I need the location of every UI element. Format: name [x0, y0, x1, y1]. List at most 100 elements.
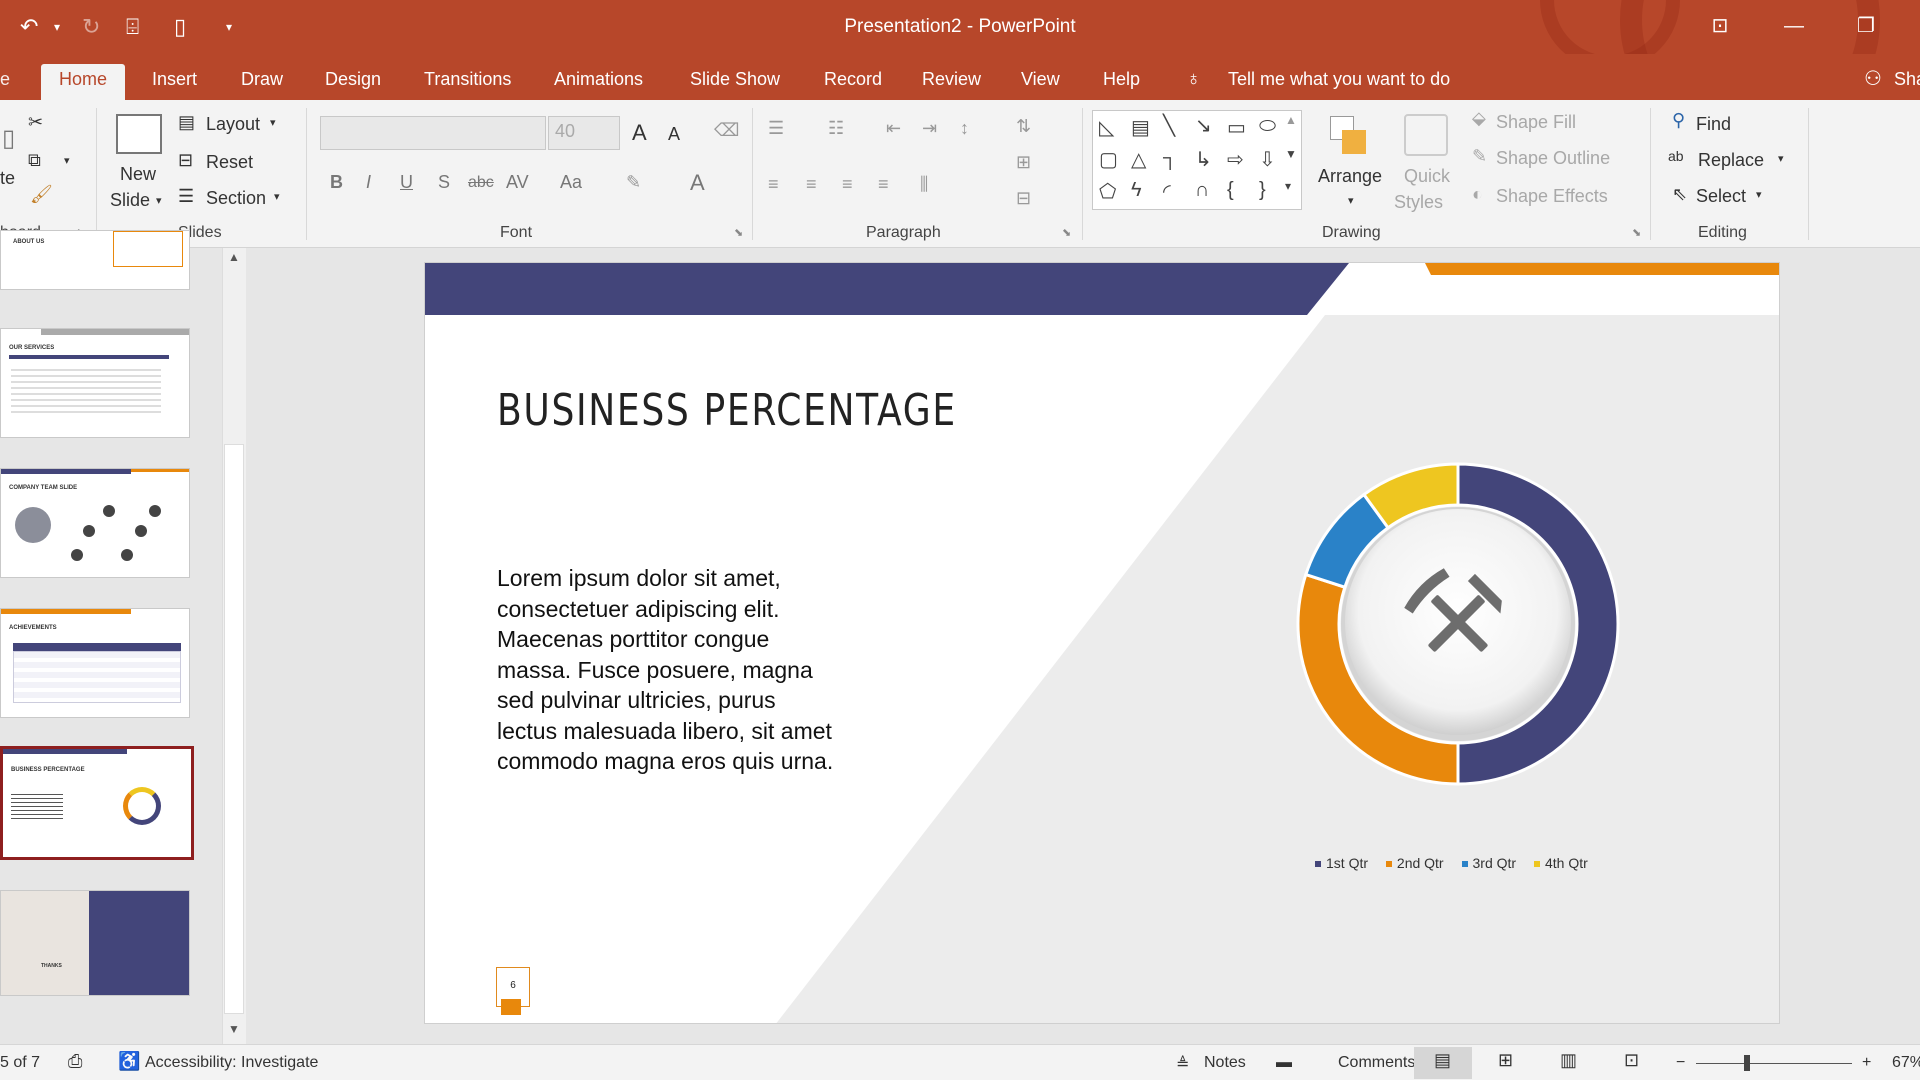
right-triangle-shape-icon[interactable]: ◺ [1099, 115, 1114, 140]
font-launcher-icon[interactable]: ⬊ [734, 226, 743, 239]
shape-effects-button[interactable]: Shape Effects [1496, 186, 1608, 207]
restore-icon[interactable]: ❐ [1846, 10, 1886, 42]
section-button[interactable]: Section [206, 188, 266, 209]
tab-help[interactable]: Help [1103, 64, 1140, 100]
new-slide-dropdown-icon[interactable]: ▾ [156, 194, 162, 207]
find-button[interactable]: Find [1696, 114, 1731, 135]
new-slide-label-2[interactable]: Slide [110, 190, 150, 211]
slide-thumbnail[interactable]: ABOUT US [0, 230, 190, 290]
strikethrough-button[interactable]: abc [468, 174, 494, 192]
quick-styles-icon[interactable] [1404, 114, 1448, 156]
normal-view-icon[interactable]: ▤ [1434, 1050, 1451, 1071]
slide-thumbnail[interactable]: COMPANY TEAM SLIDE [0, 468, 190, 578]
tab-draw[interactable]: Draw [241, 64, 283, 100]
oval-shape-icon[interactable]: ⬭ [1259, 115, 1276, 138]
replace-button[interactable]: Replace [1698, 150, 1764, 171]
slide-title[interactable]: BUSINESS PERCENTAGE [497, 385, 957, 436]
slide-canvas[interactable]: BUSINESS PERCENTAGE Lorem ipsum dolor si… [424, 262, 1780, 1024]
character-spacing-button[interactable]: AV [506, 172, 529, 193]
accessibility-icon[interactable]: ♿ [118, 1051, 140, 1072]
underline-button[interactable]: U [400, 172, 413, 193]
increase-indent-icon[interactable]: ⇥ [922, 118, 937, 139]
tab-animations[interactable]: Animations [554, 64, 643, 100]
replace-icon[interactable]: ab [1668, 148, 1684, 164]
shadow-button[interactable]: S [438, 172, 450, 193]
bullets-icon[interactable]: ☰ [768, 118, 784, 139]
thumbnail-scrollbar[interactable]: ▲ ▼ [222, 248, 246, 1044]
shape-fill-icon[interactable]: ⬙ [1472, 108, 1486, 129]
zoom-slider-thumb[interactable] [1744, 1055, 1750, 1071]
reading-view-icon[interactable]: ▥ [1560, 1050, 1577, 1071]
shape-outline-button[interactable]: Shape Outline [1496, 148, 1610, 169]
arc-shape-icon[interactable]: ◜ [1163, 179, 1171, 204]
gallery-down-icon[interactable]: ▼ [1285, 147, 1297, 161]
layout-button[interactable]: Layout [206, 114, 260, 135]
tab-insert[interactable]: Insert [152, 64, 197, 100]
spelling-icon[interactable]: ⎙ [68, 1051, 82, 1072]
slide-thumbnail-selected[interactable]: BUSINESS PERCENTAGE [0, 746, 194, 860]
quick-styles-label-1[interactable]: Quick [1404, 166, 1450, 187]
shrink-font-button[interactable]: A [668, 124, 680, 145]
tab-record[interactable]: Record [824, 64, 882, 100]
scribble-shape-icon[interactable]: ϟ [1131, 179, 1142, 202]
tab-review[interactable]: Review [922, 64, 981, 100]
copy-icon[interactable]: ⧉ [28, 150, 41, 171]
comments-button[interactable]: Comments [1338, 1054, 1415, 1072]
paste-label[interactable]: te [0, 168, 15, 189]
triangle-shape-icon[interactable]: △ [1131, 147, 1146, 172]
shape-fill-button[interactable]: Shape Fill [1496, 112, 1576, 133]
section-dropdown-icon[interactable]: ▾ [274, 190, 280, 203]
slide-thumbnail[interactable]: THANKS [0, 890, 190, 996]
zoom-in-icon[interactable]: + [1862, 1054, 1871, 1072]
bold-button[interactable]: B [330, 172, 343, 193]
zoom-level[interactable]: 67% [1892, 1054, 1920, 1072]
align-right-icon[interactable]: ≡ [842, 174, 853, 195]
italic-button[interactable]: I [366, 172, 371, 193]
paste-icon[interactable]: ▯ [2, 124, 15, 153]
zoom-slider-track[interactable] [1696, 1063, 1852, 1064]
scroll-down-icon[interactable]: ▼ [228, 1022, 240, 1036]
freeform-shape-icon[interactable]: ⬠ [1099, 179, 1116, 204]
quick-styles-label-2[interactable]: Styles [1394, 192, 1443, 213]
justify-icon[interactable]: ≡ [878, 174, 889, 195]
layout-icon[interactable]: ▤ [178, 112, 195, 133]
scroll-thumb[interactable] [224, 444, 244, 1014]
tab-view[interactable]: View [1021, 64, 1060, 100]
share-button[interactable]: Sha [1894, 64, 1920, 100]
elbow-arrow-shape-icon[interactable]: ↳ [1195, 147, 1212, 172]
smartart-icon[interactable]: ⊟ [1016, 188, 1031, 209]
slide-body-text[interactable]: Lorem ipsum dolor sit amet, consectetuer… [497, 563, 837, 777]
drawing-launcher-icon[interactable]: ⬊ [1632, 226, 1641, 239]
text-box-shape-icon[interactable]: ▤ [1131, 115, 1150, 140]
curve-shape-icon[interactable]: ∩ [1195, 179, 1209, 202]
font-size-box[interactable]: 40 [548, 116, 620, 150]
reset-button[interactable]: Reset [206, 152, 253, 173]
new-slide-icon[interactable] [116, 114, 162, 154]
tab-slide-show[interactable]: Slide Show [690, 64, 780, 100]
ribbon-display-icon[interactable]: ⊡ [1700, 10, 1740, 42]
select-cursor-icon[interactable]: ⇖ [1672, 184, 1687, 205]
left-brace-shape-icon[interactable]: { [1227, 179, 1234, 202]
zoom-out-icon[interactable]: − [1676, 1054, 1685, 1072]
right-brace-shape-icon[interactable]: } [1259, 179, 1266, 202]
select-button[interactable]: Select [1696, 186, 1746, 207]
decrease-indent-icon[interactable]: ⇤ [886, 118, 901, 139]
copy-dropdown-icon[interactable]: ▾ [64, 154, 70, 167]
clear-formatting-icon[interactable]: ⌫ [714, 120, 739, 141]
notes-button[interactable]: Notes [1204, 1054, 1246, 1072]
new-slide-label-1[interactable]: New [120, 164, 156, 185]
shapes-gallery[interactable]: ◺ ▤ ╲ ↘ ▭ ⬭ ▢ △ ┐ ↳ ⇨ ⇩ ⬠ ϟ ◜ ∩ { } ▲ ▼ … [1092, 110, 1302, 210]
minimize-icon[interactable]: — [1774, 10, 1814, 42]
section-icon[interactable]: ☰ [178, 186, 194, 207]
arrange-button[interactable]: Arrange [1318, 166, 1382, 187]
font-color-button[interactable]: A [690, 170, 705, 196]
align-text-icon[interactable]: ⊞ [1016, 152, 1031, 173]
rectangle-shape-icon[interactable]: ▭ [1227, 115, 1246, 140]
right-arrow-shape-icon[interactable]: ⇨ [1227, 147, 1244, 172]
tab-transitions[interactable]: Transitions [424, 64, 511, 100]
change-case-button[interactable]: Aa [560, 172, 582, 193]
tab-home[interactable]: Home [41, 64, 126, 100]
slide-thumbnail[interactable]: OUR SERVICES [0, 328, 190, 438]
comments-icon[interactable]: ▬ [1276, 1054, 1292, 1072]
gallery-more-icon[interactable]: ▾ [1285, 179, 1291, 193]
